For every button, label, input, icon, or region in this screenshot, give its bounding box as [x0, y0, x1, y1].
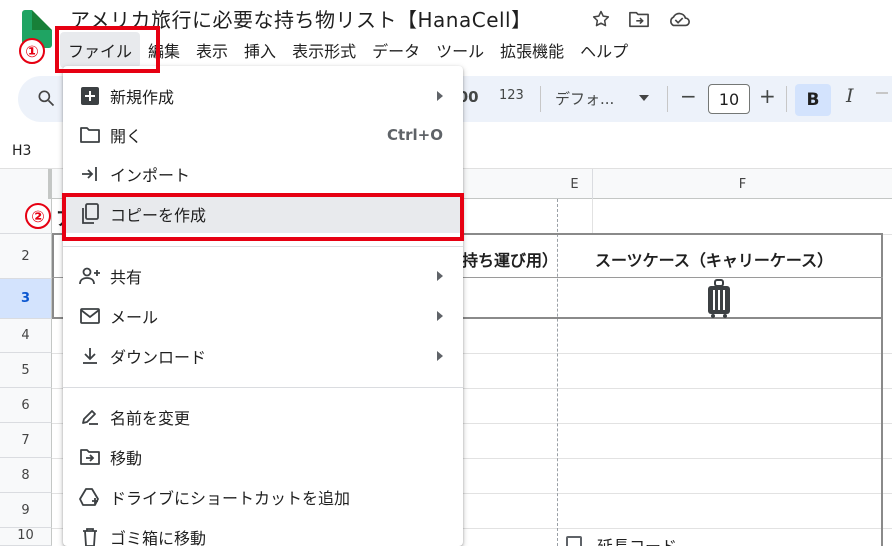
row-header[interactable]: 7	[0, 423, 52, 458]
callout-number-two: ②	[25, 203, 51, 229]
menu-format[interactable]: 表示形式	[284, 32, 364, 68]
submenu-arrow-icon	[437, 311, 443, 321]
suitcase-icon	[706, 279, 732, 323]
menu-item-label: 名前を変更	[110, 409, 191, 428]
more-formats-button[interactable]: 123	[499, 88, 524, 103]
cloud-saved-icon[interactable]	[666, 6, 692, 32]
folder-open-icon	[79, 124, 101, 146]
callout-make-copy-highlight	[62, 193, 464, 241]
menu-item-label: ダウンロード	[110, 348, 207, 367]
download-icon	[79, 345, 101, 367]
row-header[interactable]: 5	[0, 353, 52, 388]
submenu-arrow-icon	[437, 91, 443, 101]
cell-suitcase-header: スーツケース（キャリーケース）	[595, 251, 834, 270]
menu-item-label: 新規作成	[110, 88, 175, 107]
menu-item-label: 移動	[110, 449, 143, 468]
menu-item-label: インポート	[110, 166, 191, 185]
menu-item-label: 開く	[110, 127, 143, 146]
bold-button[interactable]: B	[795, 84, 831, 116]
menu-insert[interactable]: 挿入	[236, 32, 284, 68]
toolbar-divider	[786, 86, 787, 112]
strikethrough-button[interactable]	[876, 92, 888, 94]
rename-pencil-icon	[79, 406, 101, 428]
menu-item-import[interactable]: インポート	[63, 155, 463, 193]
move-folder-icon	[79, 446, 101, 468]
menu-item-trash[interactable]: ゴミ箱に移動	[63, 518, 463, 546]
row-header[interactable]: 4	[0, 319, 52, 353]
row-header[interactable]: 6	[0, 388, 52, 423]
font-select[interactable]: デフォ...	[555, 88, 614, 109]
submenu-arrow-icon	[437, 351, 443, 361]
menu-view[interactable]: 表示	[188, 32, 236, 68]
menu-item-rename[interactable]: 名前を変更	[63, 398, 463, 436]
submenu-arrow-icon	[437, 271, 443, 281]
name-box[interactable]: H3	[12, 143, 31, 159]
row-header[interactable]: 2	[0, 234, 52, 279]
table-right-border	[881, 319, 883, 546]
menu-divider	[63, 246, 463, 247]
trash-icon	[79, 526, 101, 546]
row-header[interactable]: 9	[0, 493, 52, 528]
share-person-icon	[79, 265, 101, 287]
menu-item-label: メール	[110, 308, 159, 327]
menu-help[interactable]: ヘルプ	[572, 32, 636, 68]
menu-extensions[interactable]: 拡張機能	[492, 32, 572, 68]
menu-item-download[interactable]: ダウンロード	[63, 337, 463, 375]
cell-item-text: 延長コード	[597, 533, 677, 546]
menu-item-label: ドライブにショートカットを追加	[110, 489, 351, 508]
menu-item-share[interactable]: 共有	[63, 257, 463, 295]
column-divider	[592, 199, 593, 234]
shortcut-label: Ctrl+O	[386, 126, 443, 144]
menu-item-open[interactable]: 開く Ctrl+O	[63, 116, 463, 154]
mail-icon	[79, 305, 101, 327]
callout-number-one: ①	[19, 38, 45, 64]
menu-data[interactable]: データ	[364, 32, 428, 68]
row-header[interactable]: 10	[0, 528, 52, 546]
menu-divider	[63, 387, 463, 388]
increase-font-size-button[interactable]: +	[759, 84, 776, 108]
menu-item-email[interactable]: メール	[63, 297, 463, 335]
menu-item-move[interactable]: 移動	[63, 438, 463, 476]
checkbox[interactable]	[566, 536, 582, 546]
import-icon	[79, 163, 101, 185]
drive-shortcut-icon	[79, 486, 101, 508]
menu-item-new[interactable]: 新規作成	[63, 77, 463, 115]
search-menus-icon[interactable]	[36, 88, 56, 112]
file-menu-dropdown: 新規作成 開く Ctrl+O インポート コピーを作成 共有 メール ダウンロー…	[63, 66, 463, 546]
italic-button[interactable]: I	[846, 85, 854, 107]
menu-item-label: 共有	[110, 268, 143, 287]
font-size-input[interactable]: 10	[708, 84, 750, 114]
menu-item-add-shortcut[interactable]: ドライブにショートカットを追加	[63, 478, 463, 516]
move-folder-icon[interactable]	[626, 6, 652, 32]
decrease-font-size-button[interactable]: −	[680, 84, 697, 108]
toolbar-divider	[667, 86, 668, 112]
callout-file-menu-highlight	[55, 26, 160, 73]
menu-item-label: ゴミ箱に移動	[110, 529, 207, 546]
toolbar-divider	[540, 86, 541, 112]
select-all-corner[interactable]	[0, 169, 52, 199]
star-icon[interactable]	[588, 6, 614, 32]
column-header-e[interactable]: E	[557, 169, 593, 199]
cell-carry-on-header: 持ち運び用）	[462, 251, 559, 270]
new-document-icon	[79, 85, 101, 107]
row-header-selected[interactable]: 3	[0, 279, 52, 319]
row-header[interactable]: 8	[0, 458, 52, 493]
menu-tools[interactable]: ツール	[428, 32, 492, 68]
font-dropdown-arrow-icon[interactable]	[639, 95, 649, 101]
column-header-f[interactable]: F	[593, 169, 892, 199]
